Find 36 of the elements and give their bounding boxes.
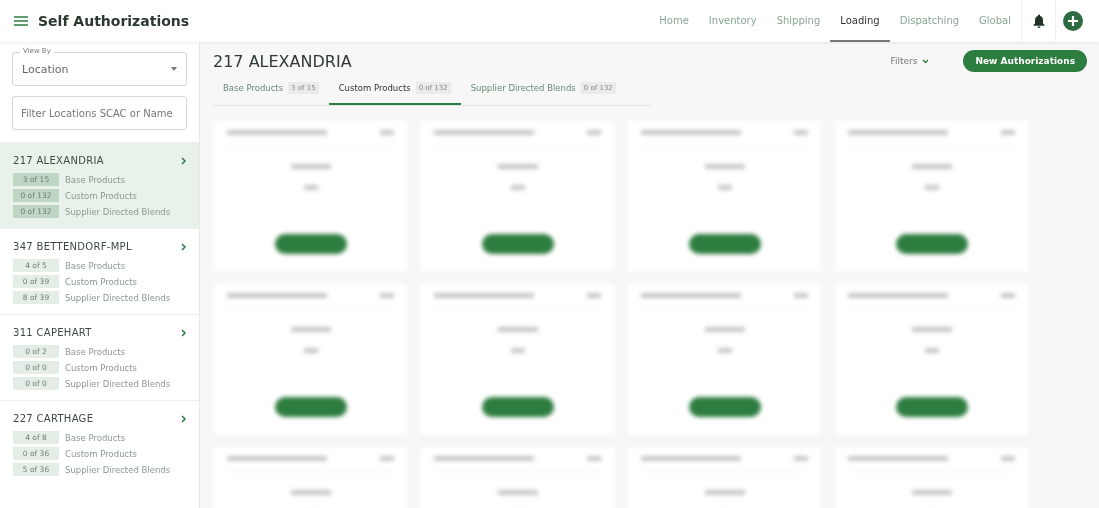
count-label: Supplier Directed Blends xyxy=(65,206,171,217)
count-label: Custom Products xyxy=(65,276,137,287)
location-name: 227 CARTHAGE xyxy=(13,413,94,424)
count-label: Custom Products xyxy=(65,448,137,459)
nav-link[interactable]: Global xyxy=(969,0,1021,42)
count-label: Base Products xyxy=(65,174,126,185)
caret-icon xyxy=(171,67,177,71)
count-label: Supplier Directed Blends xyxy=(65,464,171,475)
app-title: Self Authorizations xyxy=(38,13,190,29)
location-name: 311 CAPEHART xyxy=(13,327,92,338)
chevron-down-icon xyxy=(922,58,930,64)
bell-icon[interactable] xyxy=(1032,14,1045,28)
chevron-right-icon xyxy=(181,242,187,251)
count-label: Base Products xyxy=(65,432,126,443)
count-label: Custom Products xyxy=(65,190,137,201)
location-title: 217 ALEXANDRIA xyxy=(213,51,352,71)
location-name: 217 ALEXANDRIA xyxy=(13,155,104,166)
count-label: Supplier Directed Blends xyxy=(65,378,171,389)
nav-link[interactable]: Dispatching xyxy=(889,0,970,42)
chevron-right-icon xyxy=(181,328,187,337)
filter-field[interactable]: Filter Locations SCAC or Name xyxy=(12,96,187,130)
chevron-right-icon xyxy=(181,156,187,165)
chevron-right-icon xyxy=(181,414,187,423)
nav-link[interactable]: Inventory xyxy=(698,0,767,42)
new-authorizations-button[interactable]: New Authorizations xyxy=(963,50,1087,72)
count-label: Supplier Directed Blends xyxy=(65,292,171,303)
filters-button[interactable]: Filters xyxy=(884,55,936,67)
location-name: 347 BETTENDORF-MPL xyxy=(13,241,132,252)
nav-link[interactable]: Shipping xyxy=(766,0,831,42)
count-label: Base Products xyxy=(65,260,126,271)
select-value: Location xyxy=(22,62,70,76)
count-label: Custom Products xyxy=(65,362,137,373)
plus-circle-icon[interactable] xyxy=(1062,11,1083,31)
count-label: Base Products xyxy=(65,346,126,357)
nav-link[interactable]: Home xyxy=(649,0,699,42)
menu-icon[interactable] xyxy=(14,16,28,26)
